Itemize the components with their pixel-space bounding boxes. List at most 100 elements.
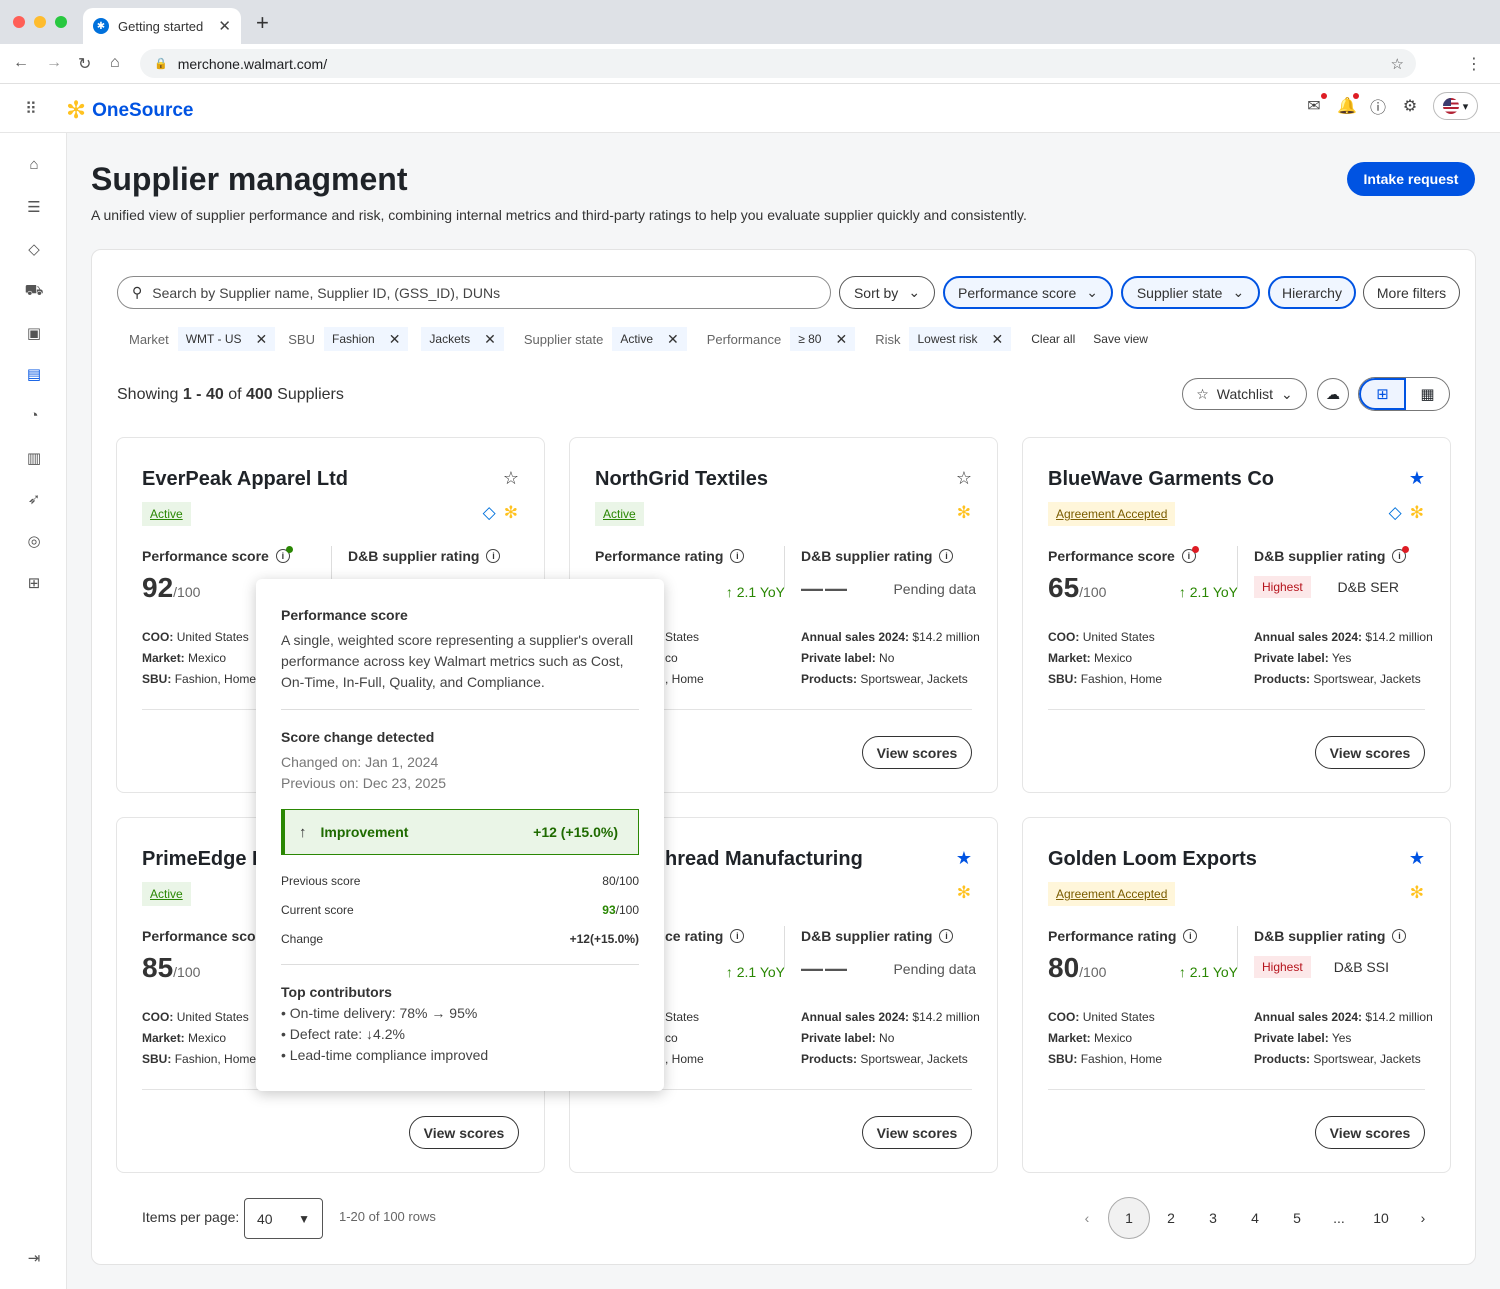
mail-icon[interactable]: ✉: [1305, 93, 1327, 116]
expand-sidebar-icon[interactable]: ⇥: [24, 1249, 44, 1267]
forward-icon[interactable]: →: [46, 54, 62, 72]
watchlist-star-filled-icon[interactable]: ★: [1409, 848, 1425, 869]
info-icon[interactable]: i: [730, 929, 745, 943]
status-badge[interactable]: Agreement Accepted: [1048, 882, 1176, 906]
minimize-window-dot[interactable]: [34, 16, 46, 28]
maximize-window-dot[interactable]: [55, 16, 67, 28]
supplier-name[interactable]: EverPeak Apparel Ltd: [142, 468, 348, 491]
gauge-icon[interactable]: ◔: [24, 407, 44, 424]
supplier-name[interactable]: hread Manufacturing: [665, 848, 863, 871]
filter-chip-risk[interactable]: Lowest risk ✕: [909, 327, 1012, 351]
supplier-card[interactable]: Golden Loom Exports ★ Agreement Accepted…: [1022, 817, 1451, 1173]
page-1[interactable]: 1: [1108, 1197, 1150, 1239]
table-view-icon[interactable]: ▦: [1406, 378, 1449, 410]
info-icon[interactable]: i: [939, 929, 954, 943]
sort-by-button[interactable]: Sort by ⌄: [839, 276, 935, 309]
status-badge[interactable]: Agreement Accepted: [1048, 502, 1176, 526]
lock-icon: 🔒: [154, 58, 168, 70]
status-badge[interactable]: Active: [142, 502, 191, 526]
tag-icon[interactable]: ◇: [24, 240, 44, 258]
supplier-card[interactable]: BlueWave Garments Co ★ Agreement Accepte…: [1022, 437, 1451, 793]
watchlist-star-filled-icon[interactable]: ★: [1409, 468, 1425, 489]
bookmark-star-icon[interactable]: ☆: [1391, 55, 1404, 73]
reload-icon[interactable]: ↻: [78, 54, 91, 74]
rocket-icon[interactable]: ➶: [24, 490, 44, 508]
view-scores-button[interactable]: View scores: [862, 736, 972, 769]
page-4[interactable]: 4: [1234, 1197, 1276, 1239]
target-icon[interactable]: ◎: [24, 532, 44, 550]
filter-chip-state[interactable]: Active ✕: [612, 327, 687, 351]
page-5[interactable]: 5: [1276, 1197, 1318, 1239]
filter-chip-sbu-fashion[interactable]: Fashion ✕: [323, 327, 409, 351]
filter-chip-sbu-jackets[interactable]: Jackets ✕: [421, 327, 504, 351]
more-filters-button[interactable]: More filters: [1363, 276, 1460, 309]
info-icon[interactable]: i: [1392, 546, 1410, 563]
page-10[interactable]: 10: [1360, 1197, 1402, 1239]
info-icon[interactable]: i: [486, 549, 501, 563]
locale-selector[interactable]: ▾: [1433, 92, 1478, 120]
back-icon[interactable]: ←: [13, 54, 29, 72]
view-scores-button[interactable]: View scores: [1315, 1116, 1425, 1149]
settings-gear-icon[interactable]: ⚙: [1401, 96, 1419, 116]
walmart-spark-icon: ✻: [1409, 503, 1424, 522]
page-2[interactable]: 2: [1150, 1197, 1192, 1239]
watchlist-star-icon[interactable]: ☆: [956, 468, 972, 489]
apps-icon[interactable]: ⊞: [24, 574, 44, 592]
info-icon[interactable]: i: [1181, 546, 1199, 563]
supplier-list-icon[interactable]: ▤: [24, 365, 44, 383]
supplier-name[interactable]: Golden Loom Exports: [1048, 848, 1257, 871]
help-icon[interactable]: ⓘ: [1369, 94, 1387, 118]
home-icon[interactable]: ⌂: [110, 54, 120, 72]
page-3[interactable]: 3: [1192, 1197, 1234, 1239]
status-badge[interactable]: Active: [142, 882, 191, 906]
items-per-page-select[interactable]: 40 ▼: [244, 1198, 323, 1239]
watchlist-dropdown[interactable]: ☆ Watchlist ⌄: [1182, 378, 1307, 410]
info-icon[interactable]: i: [275, 546, 293, 563]
next-page-icon[interactable]: ›: [1402, 1197, 1444, 1239]
cart-icon[interactable]: ⛟: [24, 282, 44, 301]
brand-logo[interactable]: ✻ OneSource: [66, 96, 193, 125]
bar-chart-icon[interactable]: ▥: [24, 449, 44, 467]
filter-chip-performance[interactable]: ≥ 80 ✕: [790, 327, 856, 351]
prev-page-icon[interactable]: ‹: [1066, 1197, 1108, 1239]
save-view-link[interactable]: Save view: [1093, 332, 1148, 346]
close-tab-icon[interactable]: ✕: [218, 17, 231, 35]
home-icon[interactable]: ⌂: [24, 156, 44, 173]
view-scores-button[interactable]: View scores: [1315, 736, 1425, 769]
grid-view-icon[interactable]: ⊞: [1359, 378, 1406, 410]
intake-request-button[interactable]: Intake request: [1347, 162, 1475, 196]
dnb-value: D&B SSI: [1333, 959, 1389, 975]
filter-chip-market[interactable]: WMT - US ✕: [177, 327, 276, 351]
app-launcher-icon[interactable]: ⠿: [25, 99, 37, 119]
clear-all-link[interactable]: Clear all: [1031, 332, 1075, 346]
notification-bell-icon[interactable]: 🔔: [1337, 93, 1359, 116]
browser-tab-strip: ✱ Getting started ✕ +: [0, 0, 1500, 44]
supplier-name[interactable]: BlueWave Garments Co: [1048, 468, 1274, 491]
chip-label: Market: [129, 331, 169, 347]
browser-tab[interactable]: ✱ Getting started ✕: [83, 8, 241, 44]
info-icon[interactable]: i: [1392, 929, 1407, 943]
hierarchy-filter[interactable]: Hierarchy: [1268, 276, 1356, 309]
address-bar[interactable]: 🔒 merchone.walmart.com/ ☆: [140, 49, 1416, 78]
document-list-icon[interactable]: ☰: [24, 198, 44, 216]
performance-score-filter[interactable]: Performance score ⌄: [943, 276, 1113, 309]
supplier-name[interactable]: NorthGrid Textiles: [595, 468, 768, 491]
view-scores-button[interactable]: View scores: [409, 1116, 519, 1149]
status-badge[interactable]: Active: [595, 502, 644, 526]
cloud-download-icon[interactable]: ☁: [1317, 378, 1349, 410]
watchlist-star-filled-icon[interactable]: ★: [956, 848, 972, 869]
supplier-state-filter[interactable]: Supplier state ⌄: [1121, 276, 1260, 309]
tooltip-title: Performance score: [281, 607, 408, 623]
watchlist-star-icon[interactable]: ☆: [503, 468, 519, 489]
info-icon[interactable]: i: [1183, 929, 1198, 943]
info-icon[interactable]: i: [939, 549, 954, 563]
info-icon[interactable]: i: [730, 549, 745, 563]
browser-menu-icon[interactable]: ⋮: [1466, 54, 1482, 74]
store-icon[interactable]: ▣: [24, 324, 44, 342]
new-tab-icon[interactable]: +: [256, 10, 269, 36]
search-input[interactable]: ⚲ Search by Supplier name, Supplier ID, …: [117, 276, 831, 309]
supplier-details: Annual sales 2024: $14.2 million Private…: [801, 1010, 980, 1066]
close-window-dot[interactable]: [13, 16, 25, 28]
view-scores-button[interactable]: View scores: [862, 1116, 972, 1149]
supplier-name[interactable]: PrimeEdge F: [142, 848, 264, 871]
